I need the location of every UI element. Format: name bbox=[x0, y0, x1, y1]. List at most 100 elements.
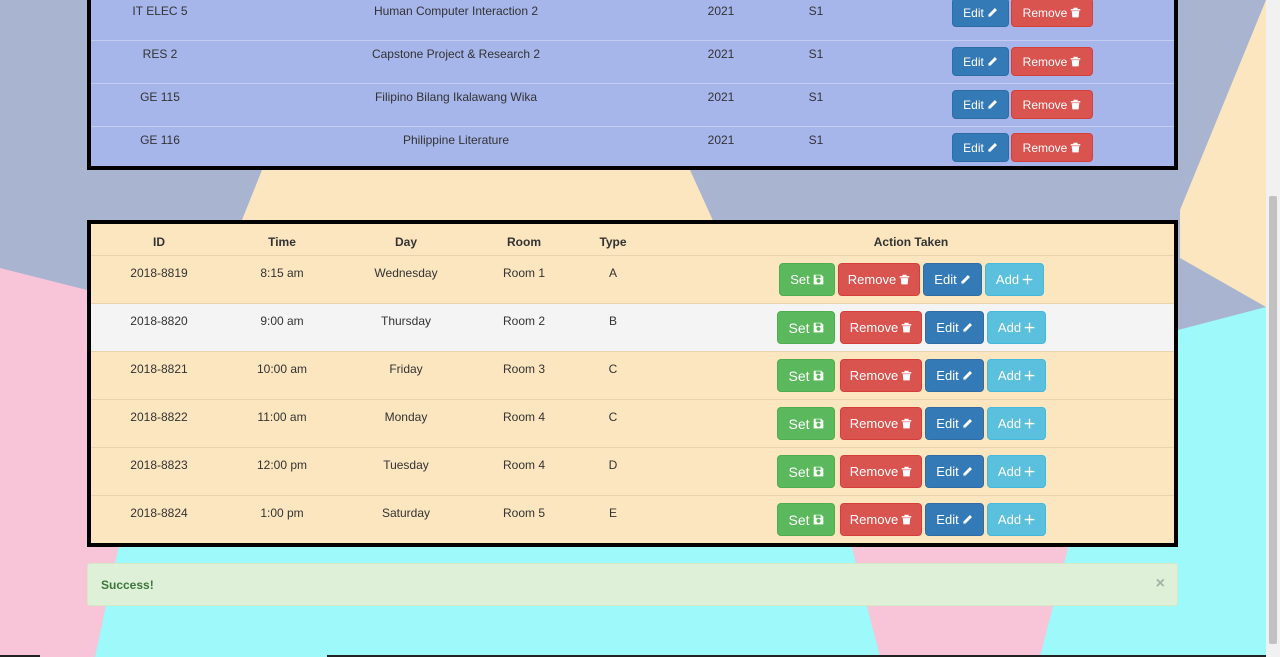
scrollbar-thumb[interactable] bbox=[1269, 196, 1277, 644]
subjects-table: IT ELEC 5 Human Computer Interaction 2 2… bbox=[87, 0, 1178, 170]
remove-button[interactable]: Remove bbox=[840, 407, 922, 440]
set-button-label: Set bbox=[788, 463, 810, 480]
subject-year: 2021 bbox=[707, 4, 735, 18]
edit-button-label: Edit bbox=[936, 464, 959, 479]
edit-button-label: Edit bbox=[963, 54, 984, 69]
add-button[interactable]: Add bbox=[987, 503, 1046, 536]
remove-button[interactable]: Remove bbox=[1011, 90, 1093, 119]
plus-icon bbox=[1024, 514, 1035, 525]
close-icon[interactable]: × bbox=[1156, 575, 1165, 593]
schedule-day: Thursday bbox=[380, 314, 432, 328]
remove-button-label: Remove bbox=[1022, 54, 1068, 69]
subject-description: Philippine Literature bbox=[402, 133, 510, 147]
edit-button-label: Edit bbox=[963, 97, 984, 112]
trash-icon bbox=[1070, 142, 1081, 153]
alert-message: Success! bbox=[101, 578, 154, 592]
edit-button-label: Edit bbox=[936, 416, 959, 431]
set-button[interactable]: Set bbox=[777, 407, 835, 440]
subject-semester: S1 bbox=[808, 90, 824, 104]
floppy-disk-icon bbox=[813, 418, 824, 429]
schedule-day: Friday bbox=[389, 362, 423, 376]
schedule-id: 2018-8822 bbox=[130, 410, 188, 424]
remove-button-label: Remove bbox=[849, 464, 899, 479]
edit-button[interactable]: Edit bbox=[952, 90, 1009, 119]
schedule-room: Room 5 bbox=[502, 506, 546, 520]
header-time: Time bbox=[268, 235, 296, 249]
edit-button[interactable]: Edit bbox=[952, 133, 1009, 162]
remove-button-label: Remove bbox=[1022, 97, 1068, 112]
edit-button[interactable]: Edit bbox=[925, 455, 984, 488]
pencil-icon bbox=[987, 56, 998, 67]
schedule-id: 2018-8820 bbox=[130, 314, 188, 328]
schedule-table: ID Time Day Room Type Action Taken 2018-… bbox=[87, 220, 1178, 547]
remove-button[interactable]: Remove bbox=[840, 359, 922, 392]
set-button[interactable]: Set bbox=[779, 263, 835, 296]
edit-button[interactable]: Edit bbox=[925, 359, 984, 392]
remove-button[interactable]: Remove bbox=[840, 455, 922, 488]
add-button[interactable]: Add bbox=[987, 359, 1046, 392]
edit-button[interactable]: Edit bbox=[952, 47, 1009, 76]
edit-button-label: Edit bbox=[936, 512, 959, 527]
success-alert: Success! × bbox=[87, 563, 1178, 606]
remove-button[interactable]: Remove bbox=[840, 311, 922, 344]
schedule-day: Saturday bbox=[381, 506, 431, 520]
remove-button[interactable]: Remove bbox=[840, 503, 922, 536]
plus-icon bbox=[1022, 274, 1033, 285]
schedule-type: A bbox=[608, 266, 617, 280]
set-button[interactable]: Set bbox=[777, 503, 835, 536]
pencil-icon bbox=[962, 466, 973, 477]
subject-code: RES 2 bbox=[142, 47, 178, 61]
remove-button[interactable]: Remove bbox=[838, 263, 920, 296]
table-header: ID Time Day Room Type Action Taken bbox=[91, 224, 1174, 256]
add-button-label: Add bbox=[997, 512, 1022, 527]
vertical-scrollbar[interactable] bbox=[1266, 0, 1280, 657]
schedule-id: 2018-8819 bbox=[130, 266, 188, 280]
remove-button-label: Remove bbox=[849, 416, 899, 431]
edit-button[interactable]: Edit bbox=[925, 503, 984, 536]
edit-button[interactable]: Edit bbox=[923, 263, 982, 296]
trash-icon bbox=[901, 466, 912, 477]
header-day: Day bbox=[394, 235, 417, 249]
remove-button[interactable]: Remove bbox=[1011, 0, 1093, 27]
set-button[interactable]: Set bbox=[777, 455, 835, 488]
remove-button-label: Remove bbox=[1022, 140, 1068, 155]
remove-button[interactable]: Remove bbox=[1011, 133, 1093, 162]
edit-button[interactable]: Edit bbox=[925, 407, 984, 440]
pencil-icon bbox=[987, 142, 998, 153]
table-row: GE 116 Philippine Literature 2021 S1 Edi… bbox=[91, 127, 1174, 170]
subject-code: GE 116 bbox=[140, 133, 180, 147]
add-button[interactable]: Add bbox=[987, 455, 1046, 488]
edit-button-label: Edit bbox=[936, 368, 959, 383]
subject-description: Capstone Project & Research 2 bbox=[371, 47, 541, 61]
add-button[interactable]: Add bbox=[987, 311, 1046, 344]
add-button-label: Add bbox=[997, 416, 1022, 431]
edit-button-label: Edit bbox=[963, 5, 984, 20]
add-button[interactable]: Add bbox=[987, 407, 1046, 440]
schedule-id: 2018-8823 bbox=[130, 458, 188, 472]
subject-year: 2021 bbox=[707, 47, 735, 61]
remove-button-label: Remove bbox=[849, 512, 899, 527]
table-row: 2018-8820 9:00 am Thursday Room 2 B Set … bbox=[91, 304, 1174, 352]
add-button-label: Add bbox=[997, 464, 1022, 479]
set-button[interactable]: Set bbox=[777, 311, 835, 344]
floppy-disk-icon bbox=[813, 322, 824, 333]
add-button[interactable]: Add bbox=[985, 263, 1044, 296]
edit-button[interactable]: Edit bbox=[952, 0, 1009, 27]
remove-button-label: Remove bbox=[849, 368, 899, 383]
table-row: 2018-8819 8:15 am Wednesday Room 1 A Set… bbox=[91, 256, 1174, 304]
edit-button[interactable]: Edit bbox=[925, 311, 984, 344]
header-type: Type bbox=[599, 235, 627, 249]
schedule-room: Room 4 bbox=[502, 410, 546, 424]
pencil-icon bbox=[987, 99, 998, 110]
table-row: 2018-8823 12:00 pm Tuesday Room 4 D Set … bbox=[91, 448, 1174, 496]
schedule-room: Room 1 bbox=[502, 266, 546, 280]
schedule-id: 2018-8821 bbox=[130, 362, 188, 376]
subject-semester: S1 bbox=[808, 133, 824, 147]
subject-semester: S1 bbox=[808, 47, 824, 61]
remove-button[interactable]: Remove bbox=[1011, 47, 1093, 76]
trash-icon bbox=[899, 274, 910, 285]
schedule-day: Monday bbox=[384, 410, 428, 424]
set-button-label: Set bbox=[788, 415, 810, 432]
table-row: RES 2 Capstone Project & Research 2 2021… bbox=[91, 41, 1174, 84]
set-button[interactable]: Set bbox=[777, 359, 835, 392]
